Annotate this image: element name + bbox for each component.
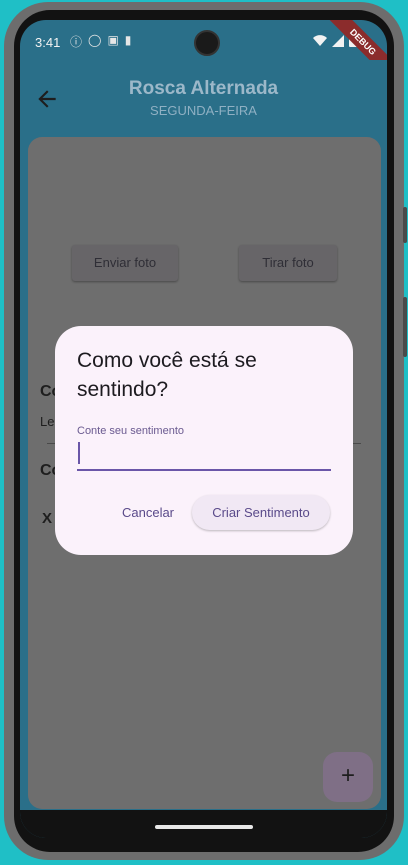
app-bar: Rosca Alternada SEGUNDA-FEIRA (20, 60, 387, 138)
app-icon: ▣ (107, 33, 119, 47)
camera-cutout (194, 30, 220, 56)
sdcard-icon: ▮ (124, 33, 132, 47)
section-glyph: X (42, 510, 53, 527)
navigation-bar (20, 810, 387, 838)
feeling-input[interactable] (77, 440, 335, 472)
volume-button (403, 207, 407, 243)
feeling-input-underline (77, 469, 331, 471)
take-photo-button[interactable]: Tirar foto (239, 245, 337, 281)
info-icon: ⓘ (70, 35, 83, 49)
section-text-1: Le (40, 414, 55, 429)
power-button (403, 297, 407, 357)
feeling-dialog: Como você está se sentindo? Conte seu se… (55, 326, 353, 555)
signal-icon (332, 34, 344, 47)
send-photo-button[interactable]: Enviar foto (72, 245, 178, 281)
plus-icon: + (340, 762, 355, 789)
create-feeling-button[interactable]: Criar Sentimento (192, 495, 330, 530)
status-bar: 3:41 ⓘ ◯ ▣ ▮ DEBUG (20, 20, 387, 84)
wifi-icon (313, 34, 327, 46)
cancel-button[interactable]: Cancelar (113, 496, 183, 530)
status-time: 3:41 (35, 35, 61, 50)
page-subtitle: SEGUNDA-FEIRA (150, 103, 257, 118)
feeling-field-label: Conte seu sentimento (77, 425, 185, 437)
screen: 3:41 ⓘ ◯ ▣ ▮ DEBUG Rosca Alternada SEGUN… (20, 20, 387, 838)
home-indicator[interactable] (155, 825, 253, 829)
notification-icons: ⓘ ◯ ▣ ▮ (70, 33, 131, 50)
shield-icon: ◯ (88, 33, 102, 47)
text-caret (78, 442, 80, 464)
add-fab-button[interactable]: + (323, 752, 373, 802)
dialog-title: Como você está se sentindo? (77, 349, 257, 401)
page-title: Rosca Alternada (128, 78, 279, 99)
